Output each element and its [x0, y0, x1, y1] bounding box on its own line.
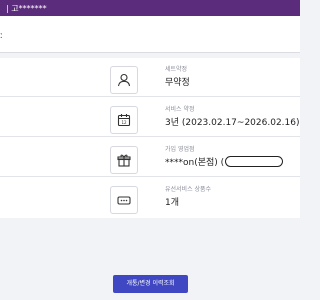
back-link[interactable]: ː: [0, 31, 3, 41]
redaction-mark: [225, 156, 284, 167]
info-value: 1개: [165, 198, 180, 208]
top-bar: | 고*******: [0, 0, 300, 16]
sub-header: ː: [0, 16, 300, 53]
info-row-branch: 가입 영업점 ****on(본점) (: [0, 138, 300, 177]
info-row-contract: 세트약정 무약정: [0, 58, 300, 97]
person-icon: [110, 66, 138, 94]
branch-name: ****on(본점) (: [165, 158, 225, 168]
account-title: | 고*******: [6, 4, 47, 13]
row-divider: [0, 136, 130, 137]
row-divider: [130, 176, 300, 177]
calendar-icon: 12: [110, 106, 138, 134]
info-label: 세트약정: [165, 66, 188, 73]
row-divider: [0, 176, 130, 177]
row-divider: [130, 96, 300, 97]
info-label: 유선서비스 상품수: [165, 186, 212, 193]
history-lookup-button[interactable]: 개통/변경 이력조회: [113, 275, 188, 293]
svg-text:12: 12: [121, 120, 127, 125]
row-divider: [0, 96, 130, 97]
row-divider: [130, 136, 300, 137]
info-row-product-count: 유선서비스 상품수 1개: [0, 178, 300, 216]
info-card: 세트약정 무약정 12 서비스 약정 3년 (2023.02.17~2026.0…: [0, 58, 300, 218]
info-value: 무약정: [165, 78, 190, 88]
info-label: 가입 영업점: [165, 146, 195, 153]
info-row-service-term: 12 서비스 약정 3년 (2023.02.17~2026.02.16): [0, 98, 300, 137]
bottom-area: 개통/변경 이력조회: [0, 230, 300, 300]
gift-icon: [110, 146, 138, 174]
device-icon: [110, 186, 138, 214]
info-value: ****on(본점) (: [165, 155, 284, 168]
info-label: 서비스 약정: [165, 106, 195, 113]
info-value: 3년 (2023.02.17~2026.02.16): [165, 118, 300, 128]
